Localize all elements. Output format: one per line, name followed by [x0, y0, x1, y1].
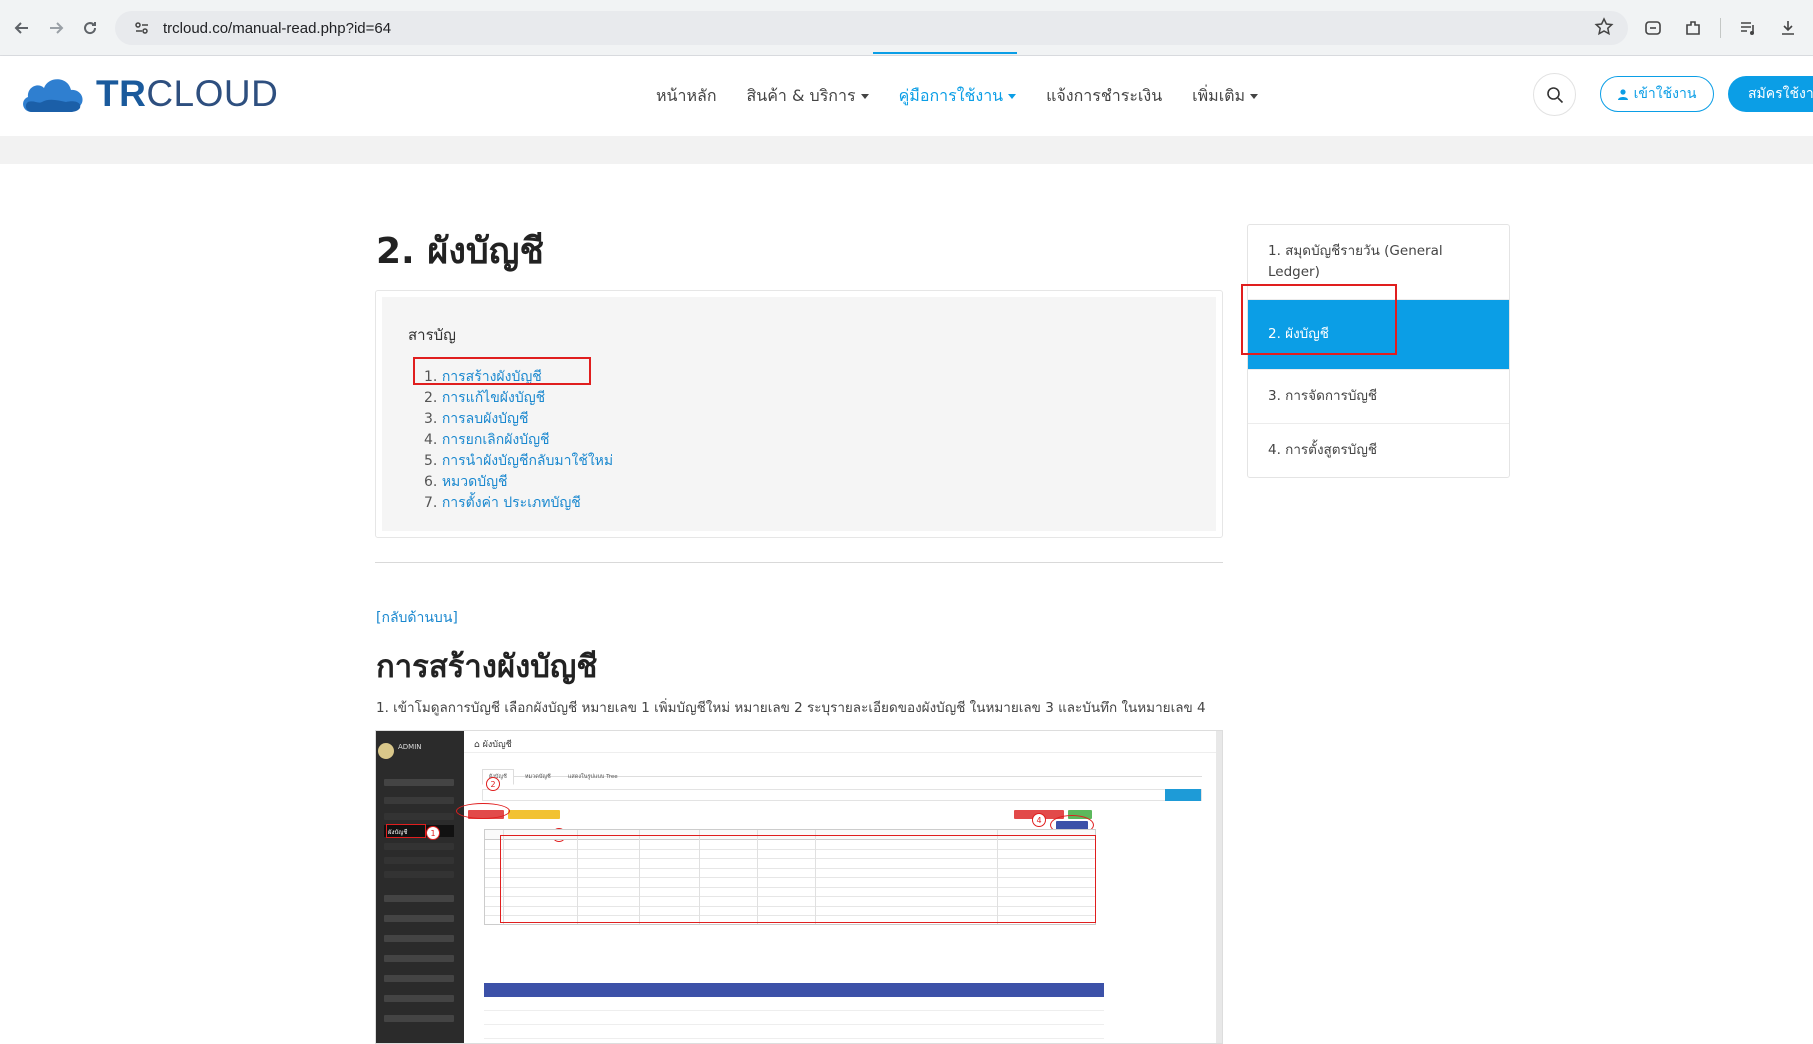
login-button[interactable]: เข้าใช้งาน [1600, 76, 1714, 112]
caret-down-icon [1008, 94, 1017, 99]
screenshot-table-header [484, 983, 1104, 997]
page-title: 2. ผังบัญชี [376, 231, 544, 272]
screenshot-menu-item [384, 857, 454, 864]
sidebar-item-account-management[interactable]: 3. การจัดการบัญชี [1248, 370, 1509, 424]
screenshot-menu-item [384, 813, 454, 820]
toolbar-divider [1720, 18, 1721, 38]
marker-2: 2 [486, 777, 500, 791]
toc-item[interactable]: 3. การลบผังบัญชี [424, 409, 1190, 430]
back-to-top-link[interactable]: [กลับด้านบน] [376, 607, 458, 629]
toc-item[interactable]: 4. การยกเลิกผังบัญชี [424, 430, 1190, 451]
main-nav: หน้าหลัก สินค้า & บริการ คู่มือการใช้งาน… [656, 84, 1259, 109]
toc-item[interactable]: 2. การแก้ไขผังบัญชี [424, 388, 1190, 409]
screenshot-sidebar: ADMIN ผังบัญชี [376, 731, 464, 1043]
logo-wordmark: TRCLOUD [96, 73, 279, 114]
sidebar-item-account-formula[interactable]: 4. การตั้งสูตรบัญชี [1248, 424, 1509, 477]
site-info-icon[interactable] [131, 17, 153, 39]
tab-search-icon[interactable] [1640, 15, 1666, 41]
screenshot-menu-item [384, 1015, 454, 1022]
nav-manual[interactable]: คู่มือการใช้งาน [899, 84, 1017, 109]
address-bar[interactable]: trcloud.co/manual-read.php?id=64 [115, 11, 1628, 45]
site-search-button[interactable] [1533, 73, 1576, 116]
bookmark-star-icon[interactable] [1594, 17, 1616, 39]
media-control-icon[interactable] [1735, 15, 1761, 41]
browser-toolbar: trcloud.co/manual-read.php?id=64 [0, 0, 1813, 56]
screenshot-menu-item [384, 975, 454, 982]
screenshot-menu-item [384, 797, 454, 804]
nav-products-services[interactable]: สินค้า & บริการ [747, 84, 869, 109]
marker-1: 1 [426, 826, 440, 840]
screenshot-search [482, 789, 1202, 801]
cloud-icon [23, 79, 83, 112]
highlight-box-sidebar-active [1241, 284, 1397, 355]
nav-more[interactable]: เพิ่มเติม [1192, 84, 1259, 109]
section-title: การสร้างผังบัญชี [376, 649, 598, 685]
forward-icon[interactable] [42, 14, 70, 42]
screenshot-menu-item [384, 935, 454, 942]
site-header: TRCLOUD หน้าหลัก สินค้า & บริการ คู่มือก… [0, 56, 1813, 136]
trcloud-logo[interactable]: TRCLOUD [18, 72, 278, 116]
url-text: trcloud.co/manual-read.php?id=64 [163, 19, 392, 37]
screenshot-import-button [508, 810, 560, 819]
screenshot-main: ⌂ ผังบัญชี ผังบัญชี หมวดบัญชี แสดงในรูปแ… [456, 731, 1222, 1043]
screenshot-scrollbar [1216, 731, 1222, 1043]
screenshot-topbar: ⌂ ผังบัญชี [464, 731, 1222, 753]
download-icon[interactable] [1775, 15, 1801, 41]
screenshot-menu-item [384, 955, 454, 962]
table-row [484, 1025, 1104, 1039]
toc-heading: สารบัญ [408, 326, 456, 344]
highlight-box-grid [500, 835, 1096, 923]
screenshot-menu-item [384, 843, 454, 850]
highlight-box-sidebar [386, 824, 426, 838]
screenshot-menu-item [384, 779, 454, 786]
table-of-contents: สารบัญ 1. การสร้างผังบัญชี 2. การแก้ไขผั… [375, 290, 1223, 538]
table-row [484, 997, 1104, 1011]
marker-4: 4 [1032, 813, 1046, 827]
avatar [378, 743, 394, 759]
toc-item[interactable]: 5. การนำผังบัญชีกลับมาใช้ใหม่ [424, 451, 1190, 472]
nav-home[interactable]: หน้าหลัก [656, 84, 717, 109]
screenshot-menu-item [384, 995, 454, 1002]
screenshot-menu-item [384, 915, 454, 922]
search-icon [1546, 86, 1563, 103]
reload-icon[interactable] [76, 14, 104, 42]
nav-active-indicator [873, 52, 1017, 54]
toc-item[interactable]: 6. หมวดบัญชี [424, 472, 1190, 493]
screenshot-menu-item [384, 895, 454, 902]
marker-oval-2 [456, 803, 510, 819]
toc-list: 1. การสร้างผังบัญชี 2. การแก้ไขผังบัญชี … [408, 367, 1190, 514]
extensions-icon[interactable] [1680, 15, 1706, 41]
caret-down-icon [860, 94, 869, 99]
divider [375, 562, 1223, 563]
step-description: 1. เข้าโมดูลการบัญชี เลือกผังบัญชี หมายเ… [376, 700, 1206, 716]
toc-item[interactable]: 7. การตั้งค่า ประเภทบัญชี [424, 493, 1190, 514]
table-row [484, 1011, 1104, 1025]
screenshot-admin-label: ADMIN [398, 743, 422, 751]
back-icon[interactable] [8, 14, 36, 42]
header-band [0, 136, 1813, 164]
caret-down-icon [1250, 94, 1259, 99]
tutorial-screenshot: ADMIN ผังบัญชี 1 ⌂ ผังบัญชี ผังบัญชี หมว… [375, 730, 1223, 1044]
user-icon [1617, 88, 1628, 100]
signup-button[interactable]: สมัครใช้งา [1728, 76, 1813, 112]
screenshot-tabs: ผังบัญชี หมวดบัญชี แสดงในรูปแบบ Tree [482, 763, 1202, 785]
screenshot-menu-item [384, 871, 454, 878]
highlight-box-toc [413, 357, 591, 385]
nav-payment-notice[interactable]: แจ้งการชำระเงิน [1046, 84, 1162, 109]
